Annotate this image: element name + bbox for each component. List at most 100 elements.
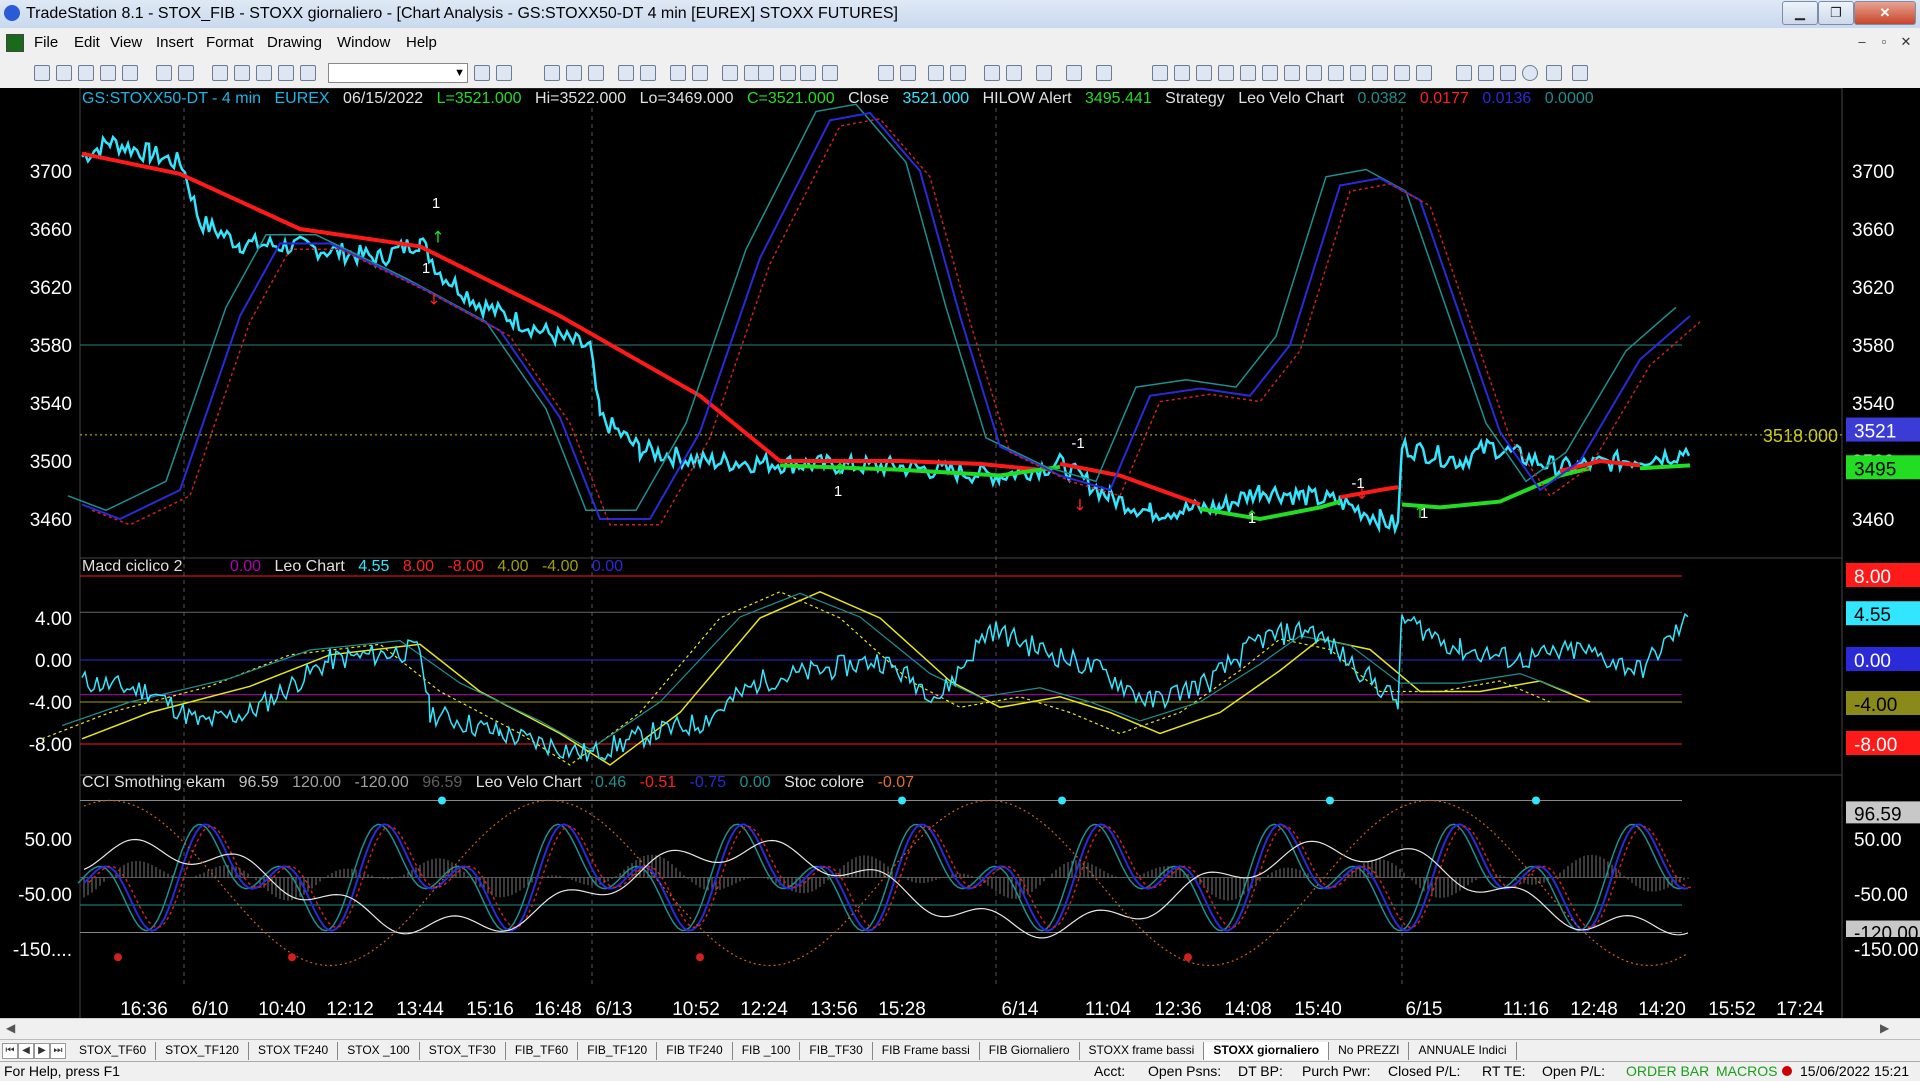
menu-view[interactable]: View bbox=[110, 34, 142, 51]
fib-time-icon[interactable] bbox=[1306, 65, 1322, 81]
new-icon[interactable] bbox=[34, 65, 50, 81]
mdi-close-button[interactable]: ✕ bbox=[1896, 32, 1916, 52]
menu-help[interactable]: Help bbox=[406, 34, 437, 51]
new-window-icon[interactable] bbox=[100, 65, 116, 81]
cycles-icon[interactable] bbox=[1394, 65, 1410, 81]
bar-chart-icon[interactable] bbox=[878, 65, 894, 81]
arrow-down-icon[interactable] bbox=[1478, 65, 1494, 81]
tab-stox-100[interactable]: STOX _100 bbox=[338, 1042, 420, 1060]
open-workspace-icon[interactable] bbox=[78, 65, 94, 81]
data-window-icon[interactable] bbox=[588, 65, 604, 81]
channel-icon[interactable] bbox=[1350, 65, 1366, 81]
symbol-combo[interactable]: ▼ bbox=[328, 63, 468, 83]
ohlc-icon[interactable] bbox=[900, 65, 916, 81]
vertical-lines-icon[interactable] bbox=[1174, 65, 1190, 81]
chart-window-icon[interactable] bbox=[6, 34, 24, 52]
fib-fan-icon[interactable] bbox=[1262, 65, 1278, 81]
tab-first-icon[interactable]: ⏮ bbox=[2, 1043, 18, 1059]
menu-insert[interactable]: Insert bbox=[156, 34, 194, 51]
zoom-out-icon[interactable] bbox=[950, 65, 966, 81]
showme-icon[interactable] bbox=[692, 65, 708, 81]
open-icon[interactable] bbox=[56, 65, 72, 81]
save-icon[interactable] bbox=[156, 65, 172, 81]
menu-drawing[interactable]: Drawing bbox=[267, 34, 322, 51]
restore-button[interactable]: ❐ bbox=[1818, 1, 1854, 25]
time-axis-label: 14:20 bbox=[1638, 999, 1686, 1020]
tab-next-icon[interactable]: ▶ bbox=[34, 1043, 50, 1059]
curve-icon[interactable] bbox=[1456, 65, 1472, 81]
tab-prev-icon[interactable]: ◀ bbox=[18, 1043, 34, 1059]
close-button[interactable]: ✕ bbox=[1854, 1, 1916, 25]
chart-window-button-icon[interactable] bbox=[212, 65, 228, 81]
candle-icon[interactable] bbox=[780, 65, 796, 81]
minimize-button[interactable]: ▁ bbox=[1782, 1, 1818, 25]
trendline-icon[interactable] bbox=[1152, 65, 1168, 81]
tab-fib-tf240[interactable]: FIB TF240 bbox=[657, 1042, 733, 1060]
tools-icon[interactable] bbox=[1036, 65, 1052, 81]
tab-fib-giornaliero[interactable]: FIB Giornaliero bbox=[979, 1042, 1080, 1060]
horizontal-lines-icon[interactable] bbox=[1196, 65, 1212, 81]
tab-stoxx-frame-bassi[interactable]: STOXX frame bassi bbox=[1079, 1042, 1205, 1060]
chevron-down-icon[interactable]: ▼ bbox=[454, 64, 465, 82]
scale-icon[interactable] bbox=[758, 65, 774, 81]
tab-fib-tf30[interactable]: FIB_TF30 bbox=[800, 1042, 873, 1060]
print-icon[interactable] bbox=[178, 65, 194, 81]
scroll-left-icon[interactable]: ◀ bbox=[6, 1021, 15, 1035]
lock-icon[interactable] bbox=[256, 65, 272, 81]
tab-stox-tf240[interactable]: STOX TF240 bbox=[248, 1042, 339, 1060]
line-chart-icon[interactable] bbox=[822, 65, 838, 81]
tab-stox-tf30[interactable]: STOX_TF30 bbox=[419, 1042, 506, 1060]
format-window-icon[interactable] bbox=[544, 65, 560, 81]
radar-screen-icon[interactable] bbox=[234, 65, 250, 81]
menu-window[interactable]: Window bbox=[337, 34, 390, 51]
tab-last-icon[interactable]: ⏭ bbox=[50, 1043, 66, 1059]
mdi-minimize-button[interactable]: – bbox=[1852, 32, 1872, 52]
tab-stoxx-giornaliero[interactable]: STOXX giornaliero bbox=[1204, 1042, 1330, 1060]
tab-fib-100[interactable]: FIB _100 bbox=[732, 1042, 801, 1060]
candle-hollow-icon[interactable] bbox=[800, 65, 816, 81]
paintbar-icon[interactable] bbox=[670, 65, 686, 81]
menu-format[interactable]: Format bbox=[206, 34, 254, 51]
arrow-up-icon[interactable] bbox=[1500, 65, 1516, 81]
text-icon[interactable] bbox=[1572, 65, 1588, 81]
time-axis-label: 11:04 bbox=[1085, 999, 1132, 1020]
analysis-icon[interactable] bbox=[722, 65, 738, 81]
macro-icon[interactable] bbox=[1066, 65, 1082, 81]
tab-fib-tf120[interactable]: FIB_TF120 bbox=[578, 1042, 658, 1060]
globe-icon[interactable] bbox=[300, 65, 316, 81]
tab-no-prezzi[interactable]: No PREZZI bbox=[1329, 1042, 1410, 1060]
folder-icon[interactable] bbox=[122, 65, 138, 81]
notes-icon[interactable] bbox=[1096, 65, 1112, 81]
pencil-icon[interactable] bbox=[1416, 65, 1432, 81]
rectangle-icon[interactable] bbox=[1546, 65, 1562, 81]
scroll-right-icon[interactable]: ▶ bbox=[1880, 1021, 1889, 1035]
pointer-icon[interactable] bbox=[984, 65, 1000, 81]
tab-stox-tf120[interactable]: STOX_TF120 bbox=[156, 1042, 249, 1060]
status-macros[interactable]: MACROS bbox=[1716, 1063, 1777, 1079]
andrews-pitchfork-icon[interactable] bbox=[1284, 65, 1300, 81]
fib-arc-icon[interactable] bbox=[1240, 65, 1256, 81]
tab-fib-frame-bassi[interactable]: FIB Frame bassi bbox=[872, 1042, 980, 1060]
tab-stox-tf60[interactable]: STOX_TF60 bbox=[70, 1042, 157, 1060]
menu-edit[interactable]: Edit bbox=[74, 34, 100, 51]
regression-icon[interactable] bbox=[1372, 65, 1388, 81]
chart-area[interactable]: 3700 3700 3660 3660 3620 3620 3580 3580 3540 3540… bbox=[0, 88, 1920, 1028]
chart-nav-icon[interactable] bbox=[1006, 65, 1022, 81]
lookup-icon[interactable] bbox=[496, 65, 512, 81]
indicator-icon[interactable] bbox=[618, 65, 634, 81]
tab-annuale-indici[interactable]: ANNUALE Indici bbox=[1409, 1042, 1517, 1060]
play-icon[interactable] bbox=[474, 65, 490, 81]
mdi-restore-button[interactable]: ▫ bbox=[1874, 32, 1894, 52]
matrix-icon[interactable] bbox=[278, 65, 294, 81]
zoom-in-icon[interactable] bbox=[928, 65, 944, 81]
status-order-bar[interactable]: ORDER BAR bbox=[1626, 1063, 1709, 1079]
tab-fib-tf60[interactable]: FIB_TF60 bbox=[505, 1042, 579, 1060]
strategy-icon[interactable] bbox=[640, 65, 656, 81]
format-symbol-icon[interactable] bbox=[566, 65, 582, 81]
gann-icon[interactable] bbox=[1218, 65, 1234, 81]
ellipse-icon[interactable] bbox=[1522, 65, 1538, 81]
horizontal-scrollbar[interactable]: ◀ ▶ bbox=[0, 1018, 1920, 1039]
speed-lines-icon[interactable] bbox=[1328, 65, 1344, 81]
menu-file[interactable]: File bbox=[34, 34, 58, 51]
time-axis-label: 6/10 bbox=[192, 999, 229, 1020]
